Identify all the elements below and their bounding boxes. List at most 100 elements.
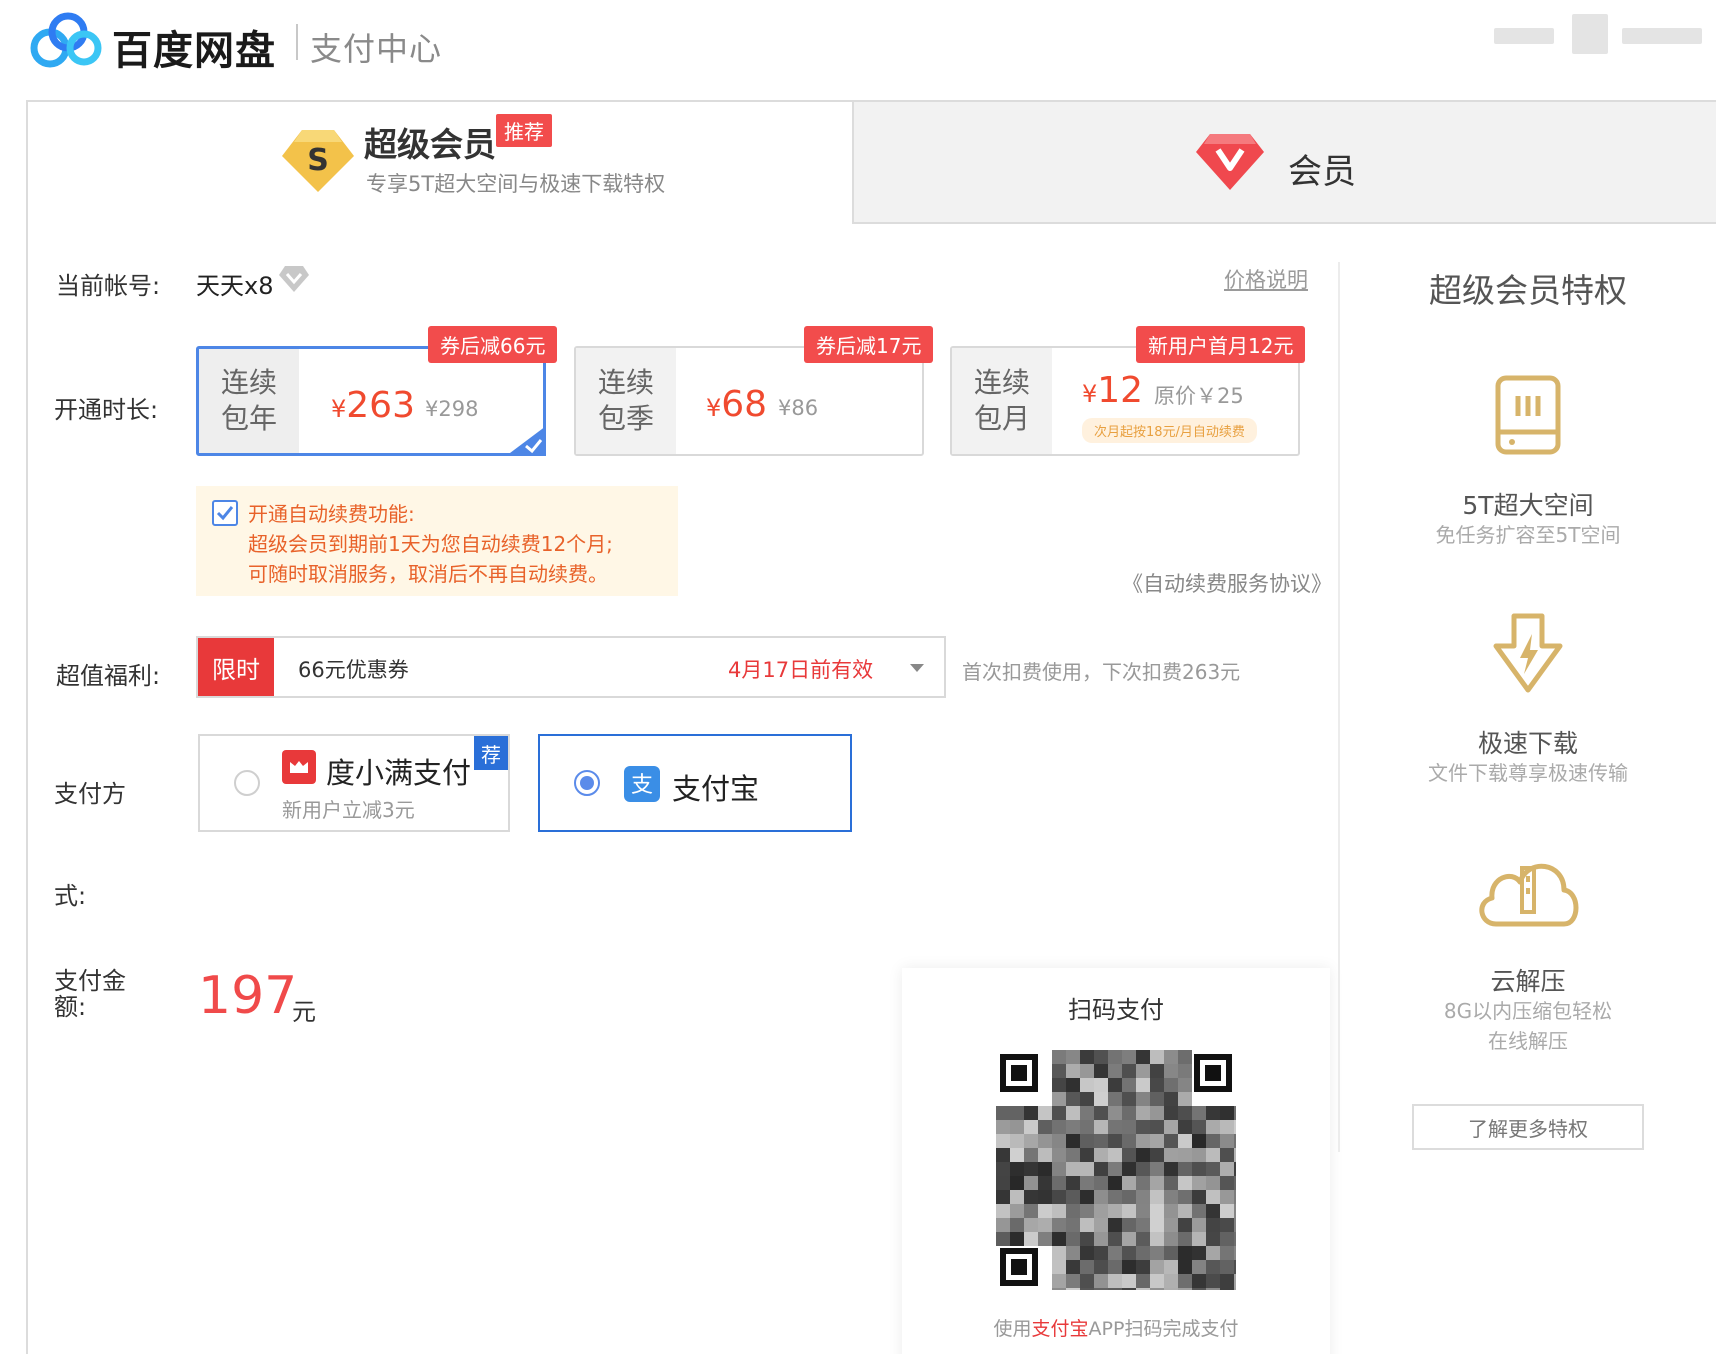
qr-pixel — [1094, 1260, 1108, 1274]
auto-renew-title: 开通自动续费功能: — [248, 502, 415, 526]
qr-pixel — [1178, 1218, 1192, 1232]
qr-pixel — [1234, 1190, 1236, 1204]
plan-price: ¥12 — [1082, 370, 1144, 411]
tab-vip-label[interactable]: 会员 — [1288, 144, 1356, 193]
qr-pixel — [1108, 1288, 1122, 1290]
qr-pixel — [1164, 1120, 1178, 1134]
qr-pixel — [1136, 1148, 1150, 1162]
qr-pixel — [1108, 1232, 1122, 1246]
qr-pixel — [1108, 1204, 1122, 1218]
qr-pixel — [1024, 1162, 1038, 1176]
qr-pixel — [1094, 1288, 1108, 1290]
tab-svip-subtitle: 专享5T超大空间与极速下载特权 — [366, 172, 666, 196]
qr-pixel — [1220, 1134, 1234, 1148]
qr-pixel — [1010, 1190, 1024, 1204]
qr-pixel — [1122, 1162, 1136, 1176]
qr-pixel — [1080, 1218, 1094, 1232]
limited-time-tag: 限时 — [198, 638, 274, 696]
qr-pixel — [1150, 1050, 1164, 1064]
coupon-select[interactable]: 限时 66元优惠券 4月17日前有效 — [196, 636, 946, 698]
qr-pixel — [1080, 1176, 1094, 1190]
payment-qr-code[interactable] — [996, 1050, 1236, 1290]
qr-pixel — [1066, 1218, 1080, 1232]
qr-pixel — [1192, 1204, 1206, 1218]
auto-renew-checkbox[interactable] — [212, 500, 238, 526]
qr-pixel — [1052, 1288, 1066, 1290]
qr-pixel — [1024, 1218, 1038, 1232]
qr-pixel — [1178, 1106, 1192, 1120]
qr-pixel — [1136, 1050, 1150, 1064]
page-subtitle: 支付中心 — [310, 30, 443, 68]
qr-pixel — [1094, 1078, 1108, 1092]
qr-pixel — [1010, 1162, 1024, 1176]
price-explanation-link[interactable]: 价格说明 — [1224, 264, 1308, 294]
qr-pixel — [1052, 1162, 1066, 1176]
qr-pixel — [1024, 1106, 1038, 1120]
qr-pixel — [1052, 1106, 1066, 1120]
qr-pixel — [1052, 1050, 1066, 1064]
qr-pixel — [1192, 1190, 1206, 1204]
learn-more-privileges-button[interactable]: 了解更多特权 — [1412, 1104, 1644, 1150]
qr-pixel — [1052, 1134, 1066, 1148]
member-level-diamond-icon — [279, 266, 309, 292]
qr-pixel — [1024, 1148, 1038, 1162]
qr-pixel — [1192, 1106, 1206, 1120]
qr-pixel — [1038, 1148, 1052, 1162]
qr-pixel — [1206, 1274, 1220, 1288]
recommend-badge: 推荐 — [496, 114, 552, 147]
qr-pixel — [1066, 1148, 1080, 1162]
qr-pixel — [1052, 1064, 1066, 1078]
vip-badge-icon — [1196, 134, 1264, 190]
qr-pixel — [1122, 1134, 1136, 1148]
qr-pixel — [1164, 1148, 1178, 1162]
pay-radio-alipay[interactable] — [574, 770, 600, 796]
tab-vip[interactable] — [852, 100, 1716, 224]
duration-label: 开通时长: — [54, 396, 159, 424]
qr-pixel — [1164, 1190, 1178, 1204]
qr-pixel — [1094, 1134, 1108, 1148]
pay-radio-duxiaoman[interactable] — [234, 770, 260, 796]
qr-pixel — [1010, 1204, 1024, 1218]
qr-pixel — [1108, 1092, 1122, 1106]
qr-pixel — [996, 1176, 1010, 1190]
qr-pixel — [1080, 1078, 1094, 1092]
qr-pixel — [1122, 1218, 1136, 1232]
qr-pixel — [1234, 1204, 1236, 1218]
qr-pixel — [1094, 1274, 1108, 1288]
account-label: 当前帐号: — [56, 272, 161, 300]
pay-name-duxiaoman: 度小满支付 — [326, 756, 472, 790]
qr-pixel — [1080, 1134, 1094, 1148]
qr-pixel — [1094, 1204, 1108, 1218]
qr-pixel — [1066, 1274, 1080, 1288]
qr-pixel — [1094, 1092, 1108, 1106]
qr-pixel — [1164, 1106, 1178, 1120]
qr-pixel — [1122, 1106, 1136, 1120]
plan-original-price: ¥86 — [778, 396, 819, 420]
qr-pixel — [996, 1106, 1010, 1120]
qr-pixel — [1024, 1120, 1038, 1134]
qr-pixel — [1192, 1218, 1206, 1232]
qr-pixel — [1150, 1078, 1164, 1092]
qr-pixel — [1150, 1232, 1164, 1246]
qr-pixel — [1206, 1190, 1220, 1204]
qr-pixel — [1150, 1204, 1164, 1218]
qr-pixel — [1150, 1162, 1164, 1176]
qr-pixel — [996, 1204, 1010, 1218]
feature-title-download: 极速下载 — [1477, 729, 1578, 758]
auto-renew-agreement-link[interactable]: 《自动续费服务协议》 — [1122, 568, 1332, 598]
qr-pixel — [996, 1232, 1010, 1246]
qr-pixel — [1234, 1246, 1236, 1260]
qr-pixel — [1192, 1246, 1206, 1260]
qr-pixel — [1108, 1246, 1122, 1260]
plan-name: 连续 包月 — [952, 348, 1052, 454]
pay-promo-duxiaoman: 新用户立减3元 — [282, 798, 415, 822]
qr-pixel — [1038, 1190, 1052, 1204]
pay-method-alipay[interactable]: 支 支付宝 — [538, 734, 852, 832]
pay-method-duxiaoman[interactable]: 度小满支付 新用户立减3元 荐 — [198, 734, 510, 832]
qr-pixel — [1066, 1064, 1080, 1078]
qr-pixel — [1150, 1246, 1164, 1260]
qr-pixel — [1094, 1162, 1108, 1176]
tab-svip-title[interactable]: 超级会员 — [364, 118, 496, 166]
qr-pixel — [1234, 1232, 1236, 1246]
qr-pixel — [1234, 1162, 1236, 1176]
